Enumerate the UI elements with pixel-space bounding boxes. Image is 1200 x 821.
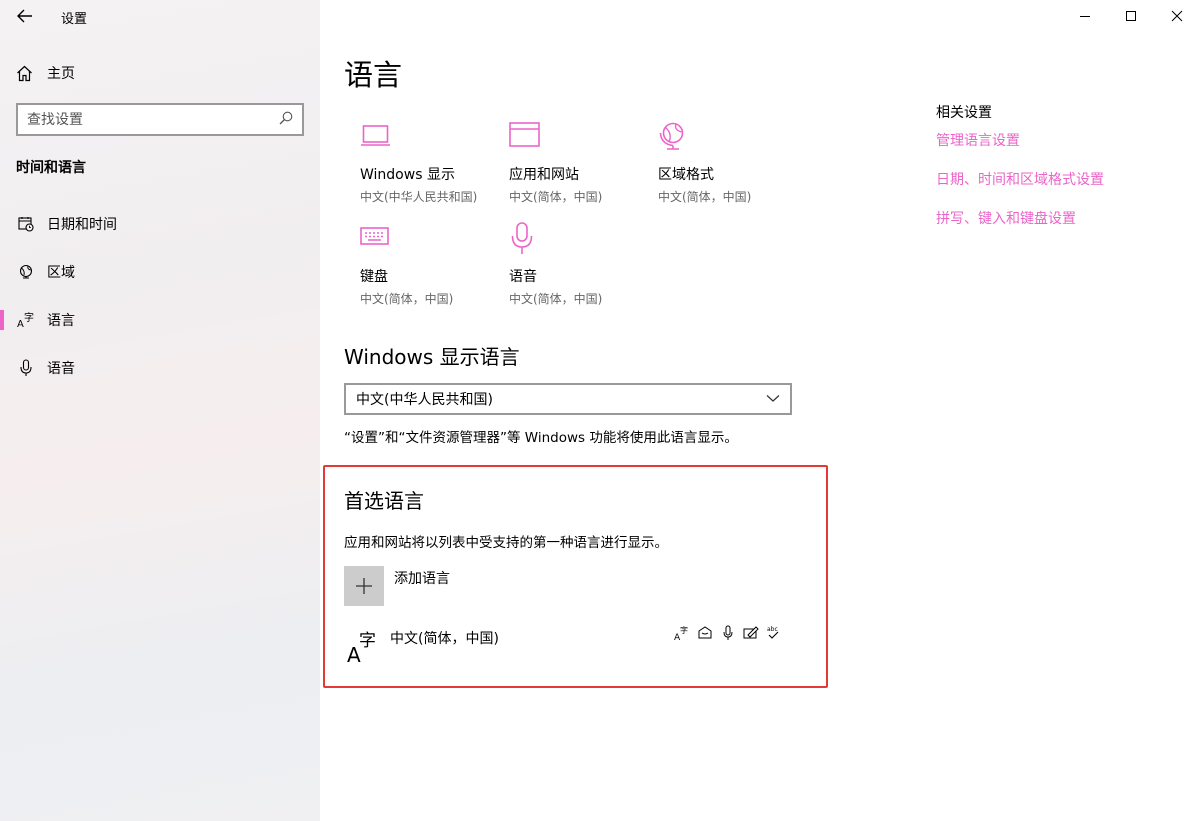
laptop-icon	[360, 120, 500, 154]
tile-name: Windows 显示	[360, 167, 455, 183]
tile-name: 应用和网站	[509, 167, 579, 183]
tile-subtitle: 中文(简体，中国)	[509, 292, 603, 306]
back-button[interactable]	[14, 6, 36, 26]
tile-name: 键盘	[360, 269, 388, 285]
svg-text:abc: abc	[767, 626, 778, 633]
language-list-item[interactable]: 中文(简体，中国)	[390, 628, 499, 648]
svg-text:字: 字	[359, 631, 376, 651]
display-language-note: “设置”和“文件资源管理器”等 Windows 功能将使用此语言显示。	[344, 430, 738, 446]
date-time-icon	[16, 214, 36, 234]
language-icon: A 字	[346, 628, 380, 667]
sidebar-item-speech[interactable]: 语音	[0, 348, 320, 388]
sidebar-item-label: 语音	[47, 361, 75, 377]
sidebar-item-label: 语言	[47, 313, 75, 329]
language-icon: A 字	[16, 310, 36, 330]
globe-icon	[16, 262, 36, 282]
close-button[interactable]	[1154, 0, 1200, 32]
speech-recognition-icon	[697, 625, 713, 641]
display-language-icon: A 字	[674, 625, 690, 643]
chevron-down-icon	[766, 391, 780, 407]
search-input[interactable]	[27, 111, 267, 128]
microphone-icon	[509, 222, 649, 256]
link-date-time-region-settings[interactable]: 日期、时间和区域格式设置	[936, 169, 1104, 189]
maximize-button[interactable]	[1108, 0, 1154, 32]
preferred-languages-description: 应用和网站将以列表中受支持的第一种语言进行显示。	[344, 535, 668, 551]
minimize-button[interactable]	[1062, 0, 1108, 32]
tile-apps-websites[interactable]: 应用和网站 中文(简体，中国)	[509, 120, 649, 205]
handwriting-icon	[743, 625, 759, 641]
home-icon	[17, 65, 32, 81]
sidebar-item-language[interactable]: A 字 语言	[0, 300, 320, 340]
section-label: 时间和语言	[16, 160, 86, 176]
browser-window-icon	[509, 120, 649, 154]
home-label: 主页	[47, 66, 75, 82]
related-settings-heading: 相关设置	[936, 105, 992, 121]
display-language-heading: Windows 显示语言	[344, 345, 520, 369]
back-arrow-icon	[17, 9, 32, 23]
home-nav-item[interactable]: 主页	[16, 62, 75, 84]
active-indicator	[0, 310, 4, 330]
tile-windows-display[interactable]: Windows 显示 中文(中华人民共和国)	[360, 120, 500, 205]
tile-name: 区域格式	[658, 167, 714, 183]
display-language-select[interactable]: 中文(中华人民共和国)	[344, 383, 792, 415]
svg-text:A: A	[17, 319, 24, 328]
sidebar: 设置 主页 时间和语言 日期和时间	[0, 0, 320, 821]
tile-subtitle: 中文(简体，中国)	[360, 292, 454, 306]
tile-speech[interactable]: 语音 中文(简体，中国)	[509, 222, 649, 307]
plus-icon	[356, 578, 372, 594]
preferred-languages-heading: 首选语言	[344, 489, 424, 513]
microphone-icon	[720, 625, 736, 641]
selected-language: 中文(中华人民共和国)	[356, 392, 493, 408]
svg-text:字: 字	[680, 625, 688, 635]
app-title: 设置	[61, 12, 88, 27]
add-language-label[interactable]: 添加语言	[394, 568, 450, 588]
sidebar-item-date-time[interactable]: 日期和时间	[0, 204, 320, 244]
globe-icon	[658, 120, 798, 154]
minimize-icon	[1080, 16, 1090, 17]
sidebar-item-label: 区域	[47, 265, 75, 281]
microphone-icon	[16, 358, 36, 378]
sidebar-item-region[interactable]: 区域	[0, 252, 320, 292]
tile-keyboard[interactable]: 键盘 中文(简体，中国)	[360, 222, 500, 307]
spellcheck-icon: abc	[766, 625, 782, 641]
svg-text:字: 字	[24, 312, 34, 324]
tile-subtitle: 中文(中华人民共和国)	[360, 190, 478, 204]
search-box[interactable]	[16, 103, 304, 136]
tile-subtitle: 中文(简体，中国)	[658, 190, 752, 204]
add-language-button[interactable]	[344, 566, 384, 606]
search-icon[interactable]	[279, 110, 293, 129]
link-spelling-typing-keyboard-settings[interactable]: 拼写、键入和键盘设置	[936, 208, 1076, 228]
title-bar: 设置	[0, 0, 320, 32]
page-title: 语言	[344, 58, 403, 92]
sidebar-item-label: 日期和时间	[47, 217, 117, 233]
tile-regional-format[interactable]: 区域格式 中文(简体，中国)	[658, 120, 798, 205]
close-icon	[1171, 10, 1183, 22]
link-manage-language-settings[interactable]: 管理语言设置	[936, 130, 1020, 150]
tile-subtitle: 中文(简体，中国)	[509, 190, 603, 204]
tile-name: 语音	[509, 269, 537, 285]
keyboard-icon	[360, 222, 500, 256]
maximize-icon	[1126, 11, 1136, 21]
